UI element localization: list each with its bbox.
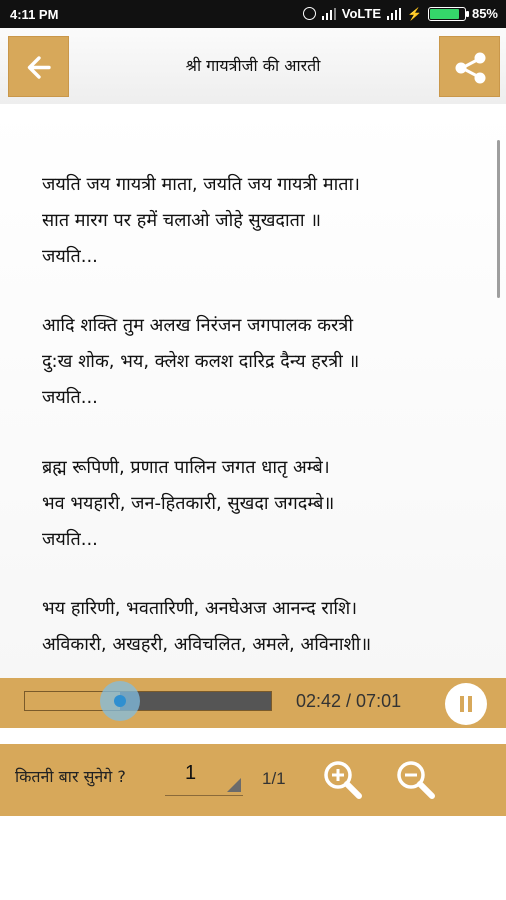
repeat-counter: 1/1 [262, 769, 286, 788]
battery-icon [427, 6, 469, 21]
arrow-left-icon [27, 56, 51, 79]
share-icon [455, 52, 486, 84]
lyrics-line: जयति... [42, 387, 98, 408]
lyrics-line: सात मारग पर हमें चलाओ जोहे सुखदाता ॥ [42, 210, 322, 231]
battery-fill [429, 8, 459, 19]
signal-icon-2 [387, 7, 402, 20]
lyrics-line: जयति जय गायत्री माता, जयति जय गायत्री मा… [42, 174, 360, 195]
controls-bar: कितनी बार सुनेगे ? 1 1/1 [0, 744, 506, 816]
battery-percent: 85% [471, 6, 498, 21]
repeat-count-label: कितनी बार सुनेगे ? [15, 767, 126, 786]
app-header: श्री गायत्रीजी की आरती [0, 28, 506, 104]
lyrics-line: ब्रह्म रूपिणी, प्रणात पालिन जगत धातृ अम्… [42, 457, 330, 478]
status-bar: 4:11 PM VoLTE ⚡ 85% [0, 0, 506, 28]
share-button[interactable] [439, 36, 500, 97]
lyrics-stanza: ब्रह्म रूपिणी, प्रणात पालिन जगत धातृ अम्… [42, 450, 482, 558]
lyrics-stanza: जयति जय गायत्री माता, जयति जय गायत्री मा… [42, 167, 482, 275]
playback-time: 02:42 / 07:01 [296, 691, 402, 711]
lyrics-line: जयति... [42, 529, 98, 550]
seek-thumb[interactable] [113, 695, 126, 707]
repeat-count-dropdown[interactable]: 1 [165, 758, 243, 796]
pause-icon [460, 696, 464, 712]
lyrics-line: आदि शक्ति तुम अलख निरंजन जगपालक करत्री [42, 315, 354, 336]
dropdown-arrow-icon [227, 778, 241, 792]
status-time: 4:11 PM [10, 7, 59, 22]
charging-icon: ⚡ [407, 6, 422, 21]
lyrics-line: जयति... [42, 246, 98, 267]
network-label: VoLTE [341, 6, 382, 21]
lyrics-scroll-area[interactable]: जयति जय गायत्री माता, जयति जय गायत्री मा… [0, 104, 506, 678]
page-title: श्री गायत्रीजी की आरती [185, 56, 321, 75]
alarm-icon [302, 7, 316, 20]
zoom-in-icon [324, 761, 362, 799]
lyrics-stanza: आदि शक्ति तुम अलख निरंजन जगपालक करत्री द… [42, 308, 482, 416]
zoom-out-button[interactable] [394, 758, 438, 802]
zoom-in-button[interactable] [321, 758, 365, 802]
lyrics-line: दु:ख शोक, भय, क्लेश कलश दारिद्र दैन्य हर… [42, 351, 360, 372]
pause-button[interactable] [445, 683, 487, 725]
zoom-out-icon [397, 761, 435, 799]
status-icons: VoLTE ⚡ 85% [302, 6, 498, 21]
scrollbar-thumb[interactable] [497, 140, 500, 298]
lyrics-line: अविकारी, अखहरी, अविचलित, अमले, अविनाशी॥ [42, 634, 372, 655]
signal-icon [321, 7, 336, 20]
audio-player-bar: 02:42 / 07:01 [0, 678, 506, 728]
lyrics-line: भय हारिणी, भवतारिणी, अनघेअज आनन्द राशि। [42, 598, 358, 619]
repeat-count-value: 1 [185, 762, 197, 784]
back-button[interactable] [8, 36, 69, 97]
seek-bar[interactable] [24, 681, 272, 721]
lyrics-line: भव भयहारी, जन-हितकारी, सुखदा जगदम्बे॥ [42, 493, 335, 514]
lyrics-stanza: भय हारिणी, भवतारिणी, अनघेअज आनन्द राशि। … [42, 591, 482, 663]
